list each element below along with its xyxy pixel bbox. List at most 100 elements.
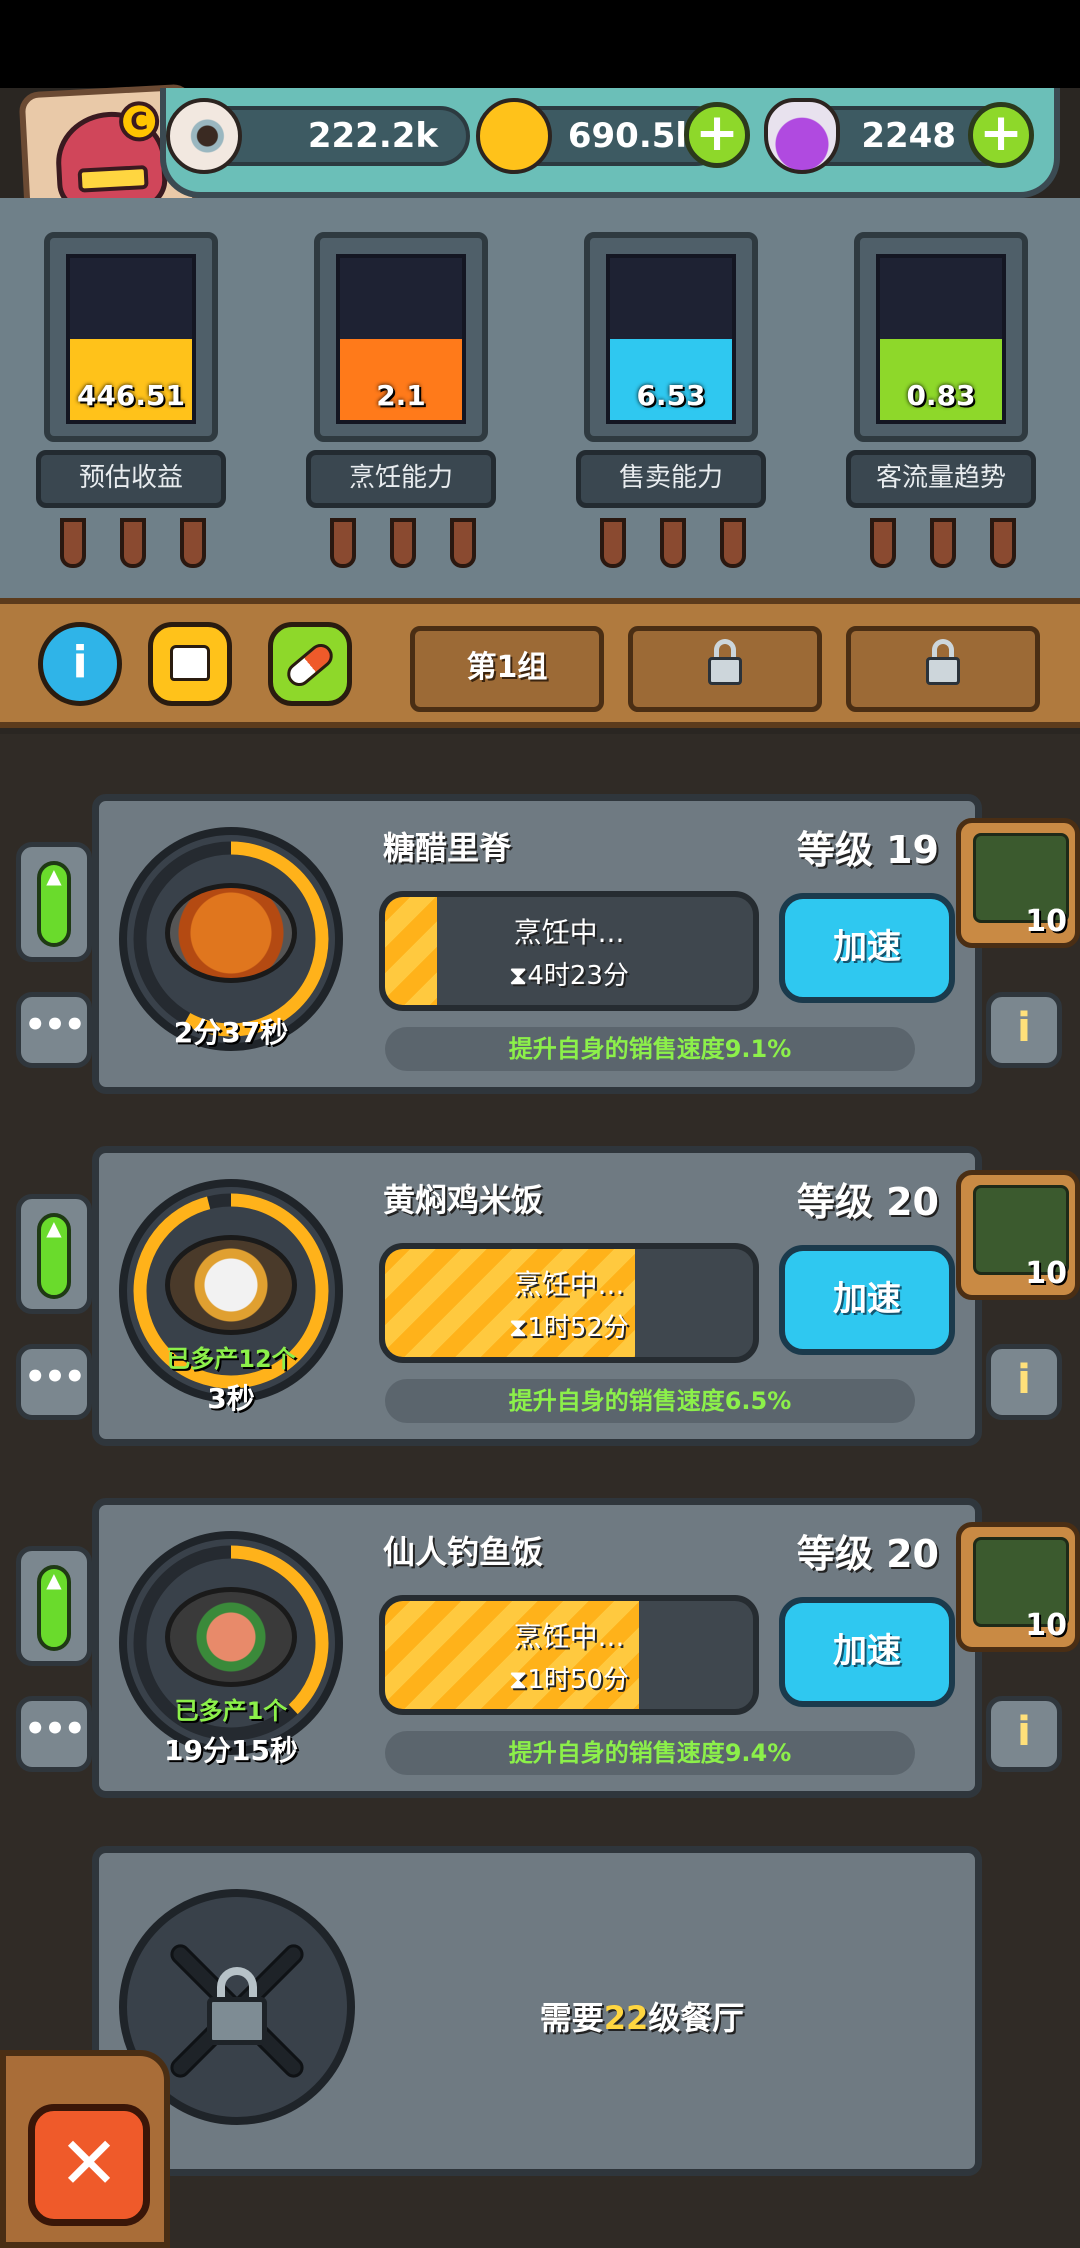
fishing-rice-icon [165, 1587, 297, 1687]
stat-customer-trend[interactable]: 0.83 客流量趋势 [846, 232, 1036, 568]
dish-level: 等级 20 [796, 1532, 939, 1576]
eyeball-icon [166, 98, 242, 174]
info-button[interactable]: i [38, 622, 122, 706]
extra-output: 已多产12个 [166, 1345, 296, 1373]
arrow-up-icon: ▲ [46, 1568, 62, 1592]
stat-label: 售卖能力 [576, 450, 766, 508]
chef-card[interactable]: 10 [956, 1170, 1080, 1300]
status-bar [0, 0, 1080, 88]
locked-dish-slot: 需要22级餐厅 [92, 1846, 982, 2176]
speed-up-button[interactable]: 加速 [779, 893, 955, 1003]
dish-card: 2分37秒 糖醋里脊 等级 19 烹饪中... ⧗4时23分 加速 提升自身的销… [92, 794, 982, 1094]
dish-countdown: 19分15秒 [164, 1734, 298, 1767]
cooking-status: 烹饪中... [513, 1268, 625, 1301]
stat-label: 预估收益 [36, 450, 226, 508]
dish-card: 已多产12个 3秒 黄焖鸡米饭 等级 20 烹饪中... ⧗1时52分 加速 提… [92, 1146, 982, 1446]
chef-card[interactable]: 10 [956, 1522, 1080, 1652]
dish-countdown: 3秒 [207, 1382, 255, 1415]
dish-name: 糖醋里脊 [383, 829, 512, 867]
cooking-status: 烹饪中... [513, 916, 625, 949]
chef-card[interactable]: 10 [956, 818, 1080, 948]
resource-bar: 222.2k 690.5k + 2248 + [160, 88, 1060, 198]
braised-chicken-rice-icon [165, 1235, 297, 1335]
cooking-progress: 烹饪中... ⧗1时52分 [379, 1243, 759, 1363]
required-level: 22 [603, 1999, 649, 2037]
stat-value: 446.51 [76, 379, 186, 412]
hourglass-icon: ⧗ [509, 1313, 528, 1343]
more-button[interactable]: ••• [16, 1344, 92, 1420]
arrow-up-icon: ▲ [46, 864, 62, 888]
upgrade-toggle[interactable]: ▲ [16, 842, 92, 962]
hourglass-icon: ⧗ [509, 1665, 528, 1695]
tab-group-1[interactable]: 第1组 [410, 626, 604, 712]
more-button[interactable]: ••• [16, 1696, 92, 1772]
stat-value: 6.53 [636, 379, 706, 412]
speed-up-button[interactable]: 加速 [779, 1597, 955, 1707]
stat-tank: 446.51 [66, 254, 196, 424]
group-toolbar: i 第1组 [0, 598, 1080, 728]
dish-timer-dial: 2分37秒 [119, 827, 343, 1051]
cooking-timer: 1时52分 [527, 1313, 629, 1343]
add-potions-button[interactable]: + [968, 102, 1034, 168]
add-coins-button[interactable]: + [684, 102, 750, 168]
pill-icon [282, 639, 338, 691]
dish-bonus: 提升自身的销售速度9.4% [385, 1731, 915, 1775]
dish-info-button[interactable]: i [986, 1344, 1062, 1420]
pipes-decoration [330, 518, 480, 568]
dish-bonus: 提升自身的销售速度6.5% [385, 1379, 915, 1423]
stat-tank: 0.83 [876, 254, 1006, 424]
dish-info-button[interactable]: i [986, 1696, 1062, 1772]
cooking-timer: 4时23分 [527, 961, 629, 991]
upgrade-toggle[interactable]: ▲ [16, 1546, 92, 1666]
tab-group-2-locked[interactable] [628, 626, 822, 712]
dish-info-button[interactable]: i [986, 992, 1062, 1068]
cooking-progress: 烹饪中... ⧗1时50分 [379, 1595, 759, 1715]
dish-card: 已多产1个 19分15秒 仙人钓鱼饭 等级 20 烹饪中... ⧗1时50分 加… [92, 1498, 982, 1798]
stat-selling-ability[interactable]: 6.53 售卖能力 [576, 232, 766, 568]
dish-bonus: 提升自身的销售速度9.1% [385, 1027, 915, 1071]
pipes-decoration [870, 518, 1020, 568]
pipes-decoration [600, 518, 750, 568]
stat-cooking-ability[interactable]: 2.1 烹饪能力 [306, 232, 496, 568]
coins-value: 690.5k [567, 116, 698, 156]
stat-label: 烹饪能力 [306, 450, 496, 508]
cooking-timer: 1时50分 [527, 1665, 629, 1695]
cooking-progress: 烹饪中... ⧗4时23分 [379, 891, 759, 1011]
extra-output: 已多产1个 [174, 1697, 288, 1725]
outfit-button[interactable] [148, 622, 232, 706]
close-button[interactable]: ✕ [28, 2104, 150, 2226]
pipes-decoration [60, 518, 210, 568]
more-button[interactable]: ••• [16, 992, 92, 1068]
tab-group-3-locked[interactable] [846, 626, 1040, 712]
speed-up-button[interactable]: 加速 [779, 1245, 955, 1355]
stat-value: 2.1 [376, 379, 426, 412]
sweet-sour-pork-icon [165, 883, 297, 983]
arrow-up-icon: ▲ [46, 1216, 62, 1240]
info-icon: i [72, 637, 88, 688]
chef-count: 10 [1025, 1256, 1067, 1291]
stat-value: 0.83 [906, 379, 976, 412]
unlock-requirement: 需要22级餐厅 [539, 1999, 745, 2037]
dish-level: 等级 19 [796, 828, 939, 872]
potions-value: 2248 [861, 116, 956, 156]
upgrade-toggle[interactable]: ▲ [16, 1194, 92, 1314]
pill-button[interactable] [268, 622, 352, 706]
chef-count: 10 [1025, 1608, 1067, 1643]
cooking-status: 烹饪中... [513, 1620, 625, 1653]
potion-icon [764, 98, 840, 174]
dish-timer-dial: 已多产12个 3秒 [119, 1179, 343, 1415]
eyes-value: 222.2k [307, 116, 438, 156]
stat-label: 客流量趋势 [846, 450, 1036, 508]
dish-level: 等级 20 [796, 1180, 939, 1224]
lock-icon [708, 639, 742, 685]
stat-tank: 2.1 [336, 254, 466, 424]
stat-tank: 6.53 [606, 254, 736, 424]
close-frame: ✕ [0, 2050, 170, 2248]
stat-estimated-income[interactable]: 446.51 预估收益 [36, 232, 226, 568]
dish-name: 黄焖鸡米饭 [383, 1181, 544, 1219]
hourglass-icon: ⧗ [509, 961, 528, 991]
shirt-icon [170, 645, 210, 681]
dish-countdown: 2分37秒 [173, 1016, 289, 1049]
dish-name: 仙人钓鱼饭 [383, 1533, 544, 1571]
coin-icon [476, 98, 552, 174]
